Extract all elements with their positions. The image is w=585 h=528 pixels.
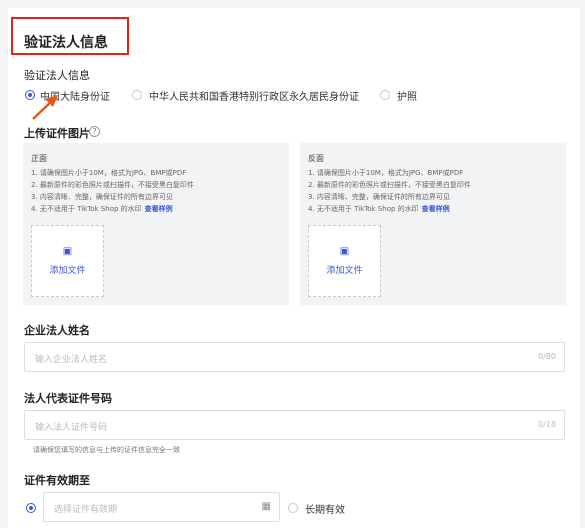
radio-date[interactable] [26, 503, 36, 513]
id-hint: 请确保您填写的信息与上传的证件信息完全一致 [33, 446, 180, 454]
front-panel: 正面 1. 请确保图片小于10M，格式为JPG、BMP或PDF 2. 最新原件的… [23, 143, 289, 305]
image-icon: ▣ [339, 246, 350, 257]
page-title: 验证法人信息 [24, 35, 108, 51]
name-label: 企业法人姓名 [24, 324, 90, 337]
front-add-file: 添加文件 [49, 266, 86, 276]
back-title: 反面 [308, 154, 324, 163]
front-req-4: 4. 无不适用于 TikTok Shop 的水印 [31, 205, 142, 213]
form-card: 验证法人信息 验证法人信息 中国大陆身份证 中华人民共和国香港特别行政区永久居民… [8, 8, 580, 528]
back-add-file: 添加文件 [326, 266, 363, 276]
back-req-3: 3. 内容清晰、完整，确保证件的所有边界可见 [308, 193, 450, 201]
long-term-label[interactable]: 长期有效 [305, 501, 345, 516]
validity-label: 证件有效期至 [24, 474, 90, 487]
upload-label: 上传证件图片 [24, 127, 90, 140]
name-counter: 0/80 [538, 352, 556, 361]
help-icon[interactable]: ? [89, 126, 100, 137]
date-input[interactable]: 选择证件有效期 ▦ [43, 492, 280, 522]
back-panel: 反面 1. 请确保图片小于10M，格式为JPG、BMP或PDF 2. 最新原件的… [300, 143, 566, 305]
back-example-link[interactable]: 查看样例 [422, 205, 450, 213]
back-upload-button[interactable]: ▣ 添加文件 [308, 225, 381, 297]
radio-hk-id[interactable] [132, 90, 142, 100]
date-placeholder: 选择证件有效期 [54, 505, 118, 515]
image-icon: ▣ [62, 246, 73, 257]
option-hk-id[interactable]: 中华人民共和国香港特别行政区永久居民身份证 [149, 88, 359, 103]
annotation-arrow-icon [32, 95, 58, 120]
legal-info-label: 验证法人信息 [24, 69, 90, 82]
back-req-1: 1. 请确保图片小于10M，格式为JPG、BMP或PDF [308, 169, 464, 177]
front-req-2: 2. 最新原件的彩色照片或扫描件，不接受黑白复印件 [31, 181, 194, 189]
id-counter: 0/18 [538, 420, 556, 429]
radio-passport[interactable] [380, 90, 390, 100]
back-req-4: 4. 无不适用于 TikTok Shop 的水印 [308, 205, 419, 213]
front-example-link[interactable]: 查看样例 [145, 205, 173, 213]
radio-long-term[interactable] [288, 503, 298, 513]
name-placeholder: 输入企业法人姓名 [35, 355, 108, 365]
back-req-2: 2. 最新原件的彩色照片或扫描件，不接受黑白复印件 [308, 181, 471, 189]
option-passport[interactable]: 护照 [397, 88, 417, 103]
id-label: 法人代表证件号码 [24, 392, 112, 405]
front-upload-button[interactable]: ▣ 添加文件 [31, 225, 104, 297]
front-req-1: 1. 请确保图片小于10M，格式为JPG、BMP或PDF [31, 169, 187, 177]
calendar-icon[interactable]: ▦ [262, 501, 271, 512]
name-input[interactable]: 输入企业法人姓名 0/80 [24, 342, 565, 372]
id-placeholder: 输入法人证件号码 [35, 423, 108, 433]
front-title: 正面 [31, 154, 47, 163]
front-req-3: 3. 内容清晰、完整，确保证件的所有边界可见 [31, 193, 173, 201]
id-input[interactable]: 输入法人证件号码 0/18 [24, 410, 565, 440]
